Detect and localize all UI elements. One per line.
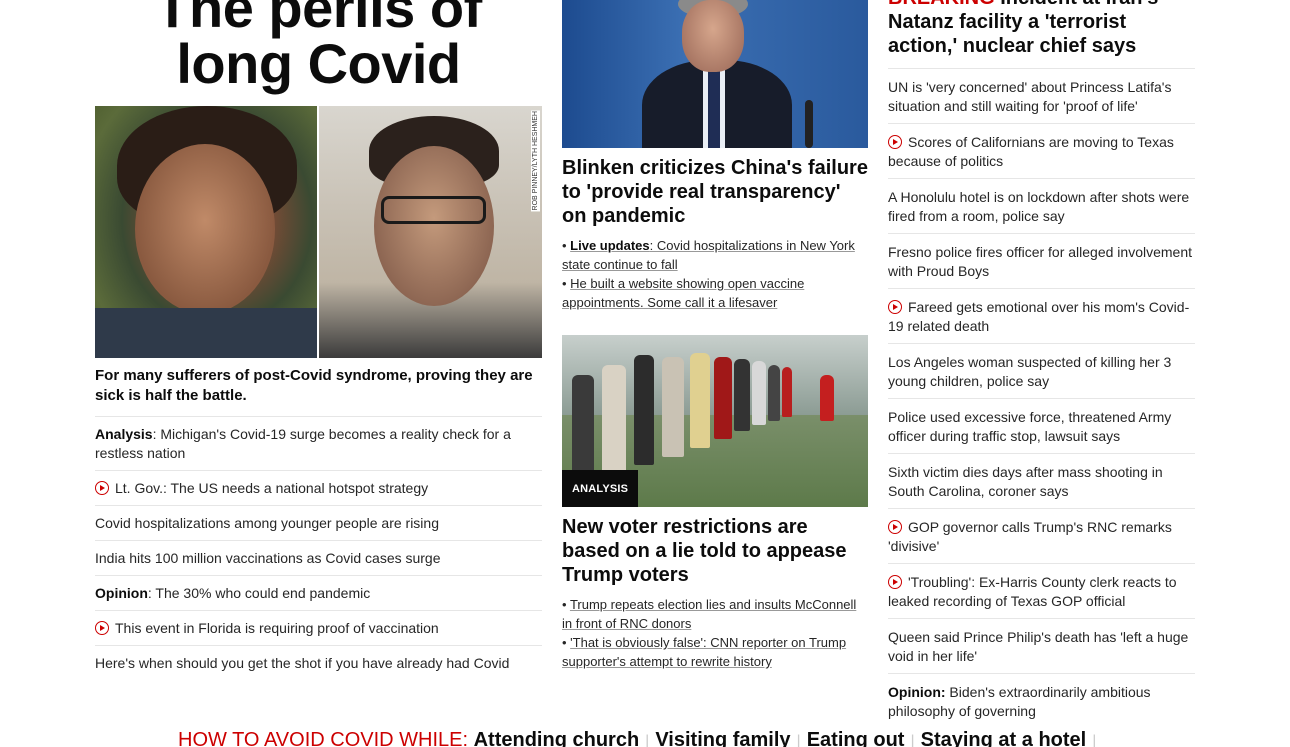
headline-text: Sixth victim dies days after mass shooti… [888, 464, 1163, 499]
avoid-covid-link[interactable]: Attending church [474, 729, 640, 747]
video-play-icon [888, 300, 902, 314]
headline-link[interactable]: Here's when should you get the shot if y… [95, 646, 542, 680]
headline-text: Scores of Californians are moving to Tex… [888, 134, 1174, 169]
video-play-icon [888, 520, 902, 534]
headline-link[interactable]: GOP governor calls Trump's RNC remarks '… [888, 509, 1195, 564]
bullet-link[interactable]: Trump repeats election lies and insults … [562, 597, 856, 631]
headline-text: Here's when should you get the shot if y… [95, 655, 510, 671]
headline-text: A Honolulu hotel is on lockdown after sh… [888, 189, 1190, 224]
latest-news-column: BREAKING Incident at Iran's Natanz facil… [888, 0, 1195, 728]
bullet-item: • Live updates: Covid hospitalizations i… [562, 238, 855, 272]
bullet-item: • He built a website showing open vaccin… [562, 276, 805, 310]
headline-link[interactable]: 'Troubling': Ex-Harris County clerk reac… [888, 564, 1195, 619]
image-credit: ROB PINNEY/LYTH HESHMEH [531, 110, 540, 212]
voters-story-bullets: • Trump repeats election lies and insult… [562, 595, 868, 671]
headline-link[interactable]: Scores of Californians are moving to Tex… [888, 124, 1195, 179]
headline-text: Covid hospitalizations among younger peo… [95, 515, 439, 531]
middle-column: Blinken criticizes China's failure to 'p… [562, 0, 868, 671]
link-separator: | [645, 733, 650, 747]
headline-text: 'Troubling': Ex-Harris County clerk reac… [888, 574, 1177, 609]
headline-link[interactable]: Fareed gets emotional over his mom's Cov… [888, 289, 1195, 344]
video-play-icon [95, 481, 109, 495]
headline-link[interactable]: Fresno police fires officer for alleged … [888, 234, 1195, 289]
headline-link[interactable]: Opinion: Biden's extraordinarily ambitio… [888, 674, 1195, 728]
headline-text: UN is 'very concerned' about Princess La… [888, 79, 1172, 114]
headline-link[interactable]: A Honolulu hotel is on lockdown after sh… [888, 179, 1195, 234]
blinken-story-bullets: • Live updates: Covid hospitalizations i… [562, 236, 868, 312]
top-story-image[interactable]: ROB PINNEY/LYTH HESHMEH [95, 106, 542, 358]
headline-link[interactable]: Lt. Gov.: The US needs a national hotspo… [95, 471, 542, 506]
breaking-news-headline[interactable]: BREAKING Incident at Iran's Natanz facil… [888, 0, 1195, 69]
related-stories-list: Analysis: Michigan's Covid-19 surge beco… [95, 417, 542, 680]
avoid-covid-link[interactable]: Eating out [807, 729, 905, 747]
headline-link[interactable]: Queen said Prince Philip's death has 'le… [888, 619, 1195, 674]
top-story-headline[interactable]: The perils of long Covid [95, 0, 542, 92]
avoid-covid-label: HOW TO AVOID COVID WHILE: [178, 729, 469, 747]
headline-text: Queen said Prince Philip's death has 'le… [888, 629, 1189, 664]
video-play-icon [888, 135, 902, 149]
headline-text: : Michigan's Covid-19 surge becomes a re… [95, 426, 511, 461]
voters-story-image[interactable]: ANALYSIS [562, 335, 868, 507]
headline-link[interactable]: Police used excessive force, threatened … [888, 399, 1195, 454]
analysis-badge: ANALYSIS [562, 470, 639, 507]
headline-link[interactable]: Los Angeles woman suspected of killing h… [888, 344, 1195, 399]
bullet-link[interactable]: Live updates: Covid hospitalizations in … [562, 238, 855, 272]
headline-text: Fareed gets emotional over his mom's Cov… [888, 299, 1190, 334]
breaking-label: BREAKING [888, 0, 995, 9]
headline-link[interactable]: Opinion: The 30% who could end pandemic [95, 576, 542, 611]
link-separator: | [796, 733, 801, 747]
microphone-icon [805, 100, 813, 148]
bullet-item: • Trump repeats election lies and insult… [562, 597, 857, 631]
avoid-covid-bar: HOW TO AVOID COVID WHILE: Attending chur… [178, 728, 1102, 747]
bullet-item: • 'That is obviously false': CNN reporte… [562, 635, 847, 669]
avoid-covid-link[interactable]: Visiting family [655, 729, 790, 747]
headline-text: India hits 100 million vaccinations as C… [95, 550, 441, 566]
portrait-man-image: ROB PINNEY/LYTH HESHMEH [319, 106, 542, 358]
portrait-woman-image [95, 106, 317, 358]
link-separator: | [910, 733, 915, 747]
avoid-covid-link[interactable]: Staying at a hotel [921, 729, 1087, 747]
headline-text: Fresno police fires officer for alleged … [888, 244, 1193, 279]
headline-text: Lt. Gov.: The US needs a national hotspo… [115, 480, 429, 496]
headline-link[interactable]: Covid hospitalizations among younger peo… [95, 506, 542, 541]
headline-label: Opinion: [888, 684, 946, 700]
headline-link[interactable]: UN is 'very concerned' about Princess La… [888, 69, 1195, 124]
headline-text: Los Angeles woman suspected of killing h… [888, 354, 1172, 389]
bullet-text: 'That is obviously false': CNN reporter … [562, 635, 847, 669]
top-story-column: The perils of long Covid ROB PINNEY/LYTH… [95, 0, 542, 680]
bullet-link[interactable]: He built a website showing open vaccine … [562, 276, 804, 310]
blinken-story-image[interactable] [562, 0, 868, 148]
blinken-story-headline[interactable]: Blinken criticizes China's failure to 'p… [562, 156, 868, 228]
bullet-text: Trump repeats election lies and insults … [562, 597, 857, 631]
bullet-label: Live updates [570, 238, 650, 253]
headline-label: Analysis [95, 426, 153, 442]
video-play-icon [888, 575, 902, 589]
headline-link[interactable]: Analysis: Michigan's Covid-19 surge beco… [95, 417, 542, 471]
headline-label: Opinion [95, 585, 148, 601]
video-play-icon [95, 621, 109, 635]
top-story-subhead[interactable]: For many sufferers of post-Covid syndrom… [95, 366, 542, 417]
bullet-link[interactable]: 'That is obviously false': CNN reporter … [562, 635, 846, 669]
headline-text: Police used excessive force, threatened … [888, 409, 1172, 444]
headline-text: This event in Florida is requiring proof… [115, 620, 439, 636]
headline-link[interactable]: India hits 100 million vaccinations as C… [95, 541, 542, 576]
bullet-text: He built a website showing open vaccine … [562, 276, 805, 310]
voters-story-headline[interactable]: New voter restrictions are based on a li… [562, 515, 868, 587]
headline-text: : The 30% who could end pandemic [147, 585, 371, 601]
link-separator: | [1092, 733, 1097, 747]
headline-link[interactable]: Sixth victim dies days after mass shooti… [888, 454, 1195, 509]
headline-link[interactable]: This event in Florida is requiring proof… [95, 611, 542, 646]
headline-text: GOP governor calls Trump's RNC remarks '… [888, 519, 1172, 554]
latest-news-list: UN is 'very concerned' about Princess La… [888, 69, 1195, 728]
